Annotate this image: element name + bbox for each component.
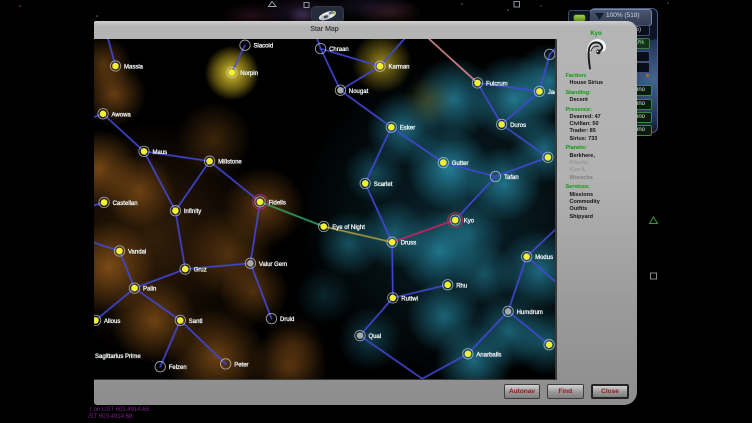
svg-text:Scarlet: Scarlet: [374, 182, 393, 188]
svg-text:Maus: Maus: [153, 150, 168, 156]
svg-text:Druss: Druss: [401, 241, 417, 247]
svg-text:Fulcrum: Fulcrum: [486, 81, 508, 87]
svg-text:Humdrum: Humdrum: [517, 310, 543, 316]
svg-text:Gruz: Gruz: [194, 268, 207, 274]
svg-text:Valur Gem: Valur Gem: [259, 262, 287, 268]
svg-text:Quai: Quai: [369, 334, 382, 340]
svg-text:Sagittarius Prime: Sagittarius Prime: [95, 354, 141, 360]
svg-text:Nougat: Nougat: [349, 89, 369, 95]
svg-text:Fidelis: Fidelis: [269, 200, 286, 206]
svg-text:Palin: Palin: [143, 287, 156, 293]
svg-text:Millstone: Millstone: [218, 160, 242, 166]
svg-text:Modus Mana: Modus Mana: [535, 255, 555, 261]
svg-text:Massia: Massia: [124, 65, 144, 71]
svg-text:Vandal: Vandal: [128, 250, 146, 256]
svg-text:Duros: Duros: [510, 123, 526, 129]
svg-text:Peter: Peter: [234, 362, 248, 368]
svg-text:Norpin: Norpin: [240, 71, 258, 77]
svg-text:Esker: Esker: [400, 126, 415, 132]
svg-text:Tafan: Tafan: [504, 175, 519, 181]
svg-text:Kyo: Kyo: [464, 219, 475, 225]
svg-text:Infinity: Infinity: [184, 209, 201, 215]
svg-text:Anarbalis: Anarbalis: [476, 352, 501, 358]
svg-text:Druid: Druid: [280, 317, 294, 323]
svg-text:Ruttwi: Ruttwi: [401, 296, 418, 302]
svg-text:Jade: Jade: [548, 90, 555, 96]
svg-text:Slacoid: Slacoid: [254, 44, 274, 50]
svg-text:Allous: Allous: [104, 319, 120, 325]
svg-text:Eye of Night: Eye of Night: [332, 225, 365, 231]
svg-text:Chraan: Chraan: [329, 47, 349, 53]
svg-text:Karman: Karman: [389, 65, 410, 71]
svg-text:Castellan: Castellan: [113, 201, 138, 207]
svg-text:Gutter: Gutter: [452, 161, 469, 167]
svg-text:Santi: Santi: [189, 319, 203, 325]
svg-text:Rhu: Rhu: [456, 283, 467, 289]
svg-text:Awowa: Awowa: [112, 112, 132, 118]
svg-text:Felzen: Felzen: [169, 365, 187, 371]
